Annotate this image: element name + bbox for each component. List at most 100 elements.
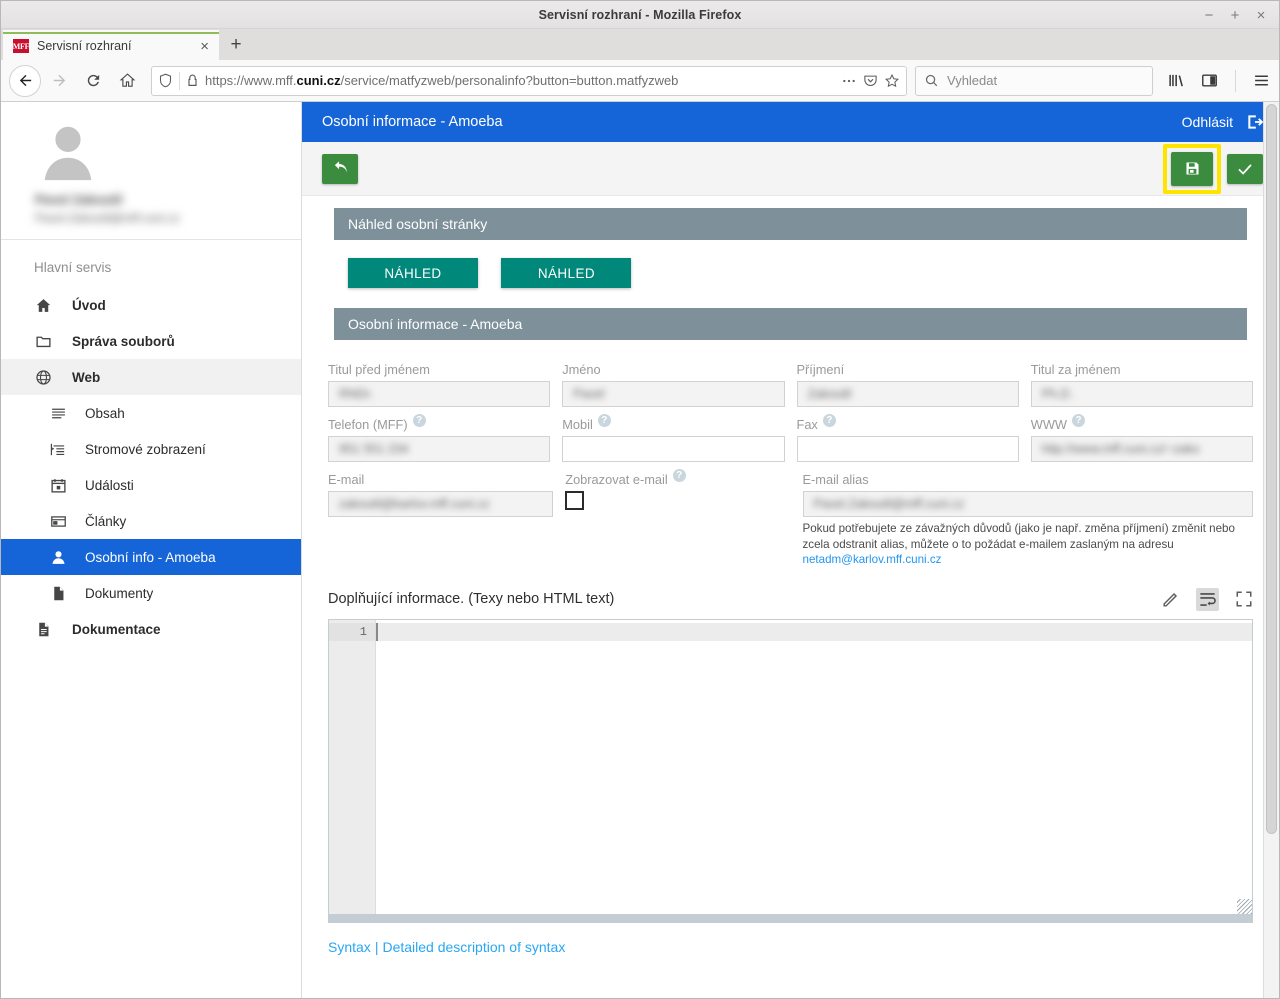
- help-icon[interactable]: ?: [412, 414, 426, 427]
- close-icon[interactable]: ×: [1255, 8, 1267, 23]
- field-value: 951 551 234: [339, 442, 409, 456]
- maximize-icon[interactable]: +: [1229, 8, 1241, 23]
- fullscreen-icon[interactable]: [1235, 590, 1253, 608]
- personal-info-form: Titul před jménem RNDr. Jméno Pavel Příj…: [302, 340, 1279, 568]
- sidebar-item-obsah[interactable]: Obsah: [1, 395, 301, 431]
- url-bar[interactable]: https://www.mff.cuni.cz/service/matfyzwe…: [151, 65, 907, 96]
- field-label: Mobil ?: [562, 414, 784, 432]
- field-email-alias: E-mail alias Pavel.Zakoutil@mff.cuni.cz …: [802, 472, 1253, 568]
- field-label-text: Telefon (MFF): [328, 417, 408, 432]
- window-titlebar: Servisní rozhraní - Mozilla Firefox − + …: [1, 1, 1279, 29]
- field-value: Pavel.Zakoutil@mff.cuni.cz: [813, 497, 965, 511]
- url-text[interactable]: https://www.mff.cuni.cz/service/matfyzwe…: [205, 73, 835, 88]
- sidebar-item-web[interactable]: Web: [1, 359, 301, 395]
- sidebar-item-udalosti[interactable]: Události: [1, 467, 301, 503]
- email-input[interactable]: zakoutil@karlov.mff.cuni.cz: [328, 491, 554, 517]
- field-label: Zobrazovat e-mail ?: [565, 469, 790, 487]
- sidebar-item-label: Osobní info - Amoeba: [85, 549, 216, 565]
- email-alias-input[interactable]: Pavel.Zakoutil@mff.cuni.cz: [802, 491, 1253, 517]
- profile-email: Pavel.Zakoutil@mff.cuni.cz: [35, 211, 180, 225]
- sidebar-item-clanky[interactable]: Články: [1, 503, 301, 539]
- hamburger-menu-icon[interactable]: [1252, 72, 1271, 89]
- alias-note-text: Pokud potřebujete ze závažných důvodů (j…: [802, 522, 1235, 551]
- page-scrollbar[interactable]: [1263, 102, 1279, 998]
- avatar-placeholder-icon: [44, 126, 92, 181]
- sidebar-item-dokumentace[interactable]: Dokumentace: [1, 611, 301, 647]
- field-value: zakoutil@karlov.mff.cuni.cz: [339, 497, 490, 511]
- preview-button-2[interactable]: NÁHLED: [501, 258, 632, 288]
- search-bar[interactable]: Vyhledat: [915, 65, 1153, 96]
- prijmeni-input[interactable]: Zakoutil: [796, 381, 1019, 407]
- wrap-icon[interactable]: [1196, 587, 1219, 611]
- shield-icon[interactable]: [158, 73, 173, 88]
- reload-button-icon[interactable]: [77, 65, 109, 97]
- sidebar-item-stromove-zobrazeni[interactable]: Stromové zobrazení: [1, 431, 301, 467]
- home-button-icon[interactable]: [111, 65, 143, 97]
- pencil-icon[interactable]: [1161, 590, 1180, 609]
- help-icon[interactable]: ?: [597, 414, 611, 427]
- help-icon[interactable]: ?: [672, 469, 686, 482]
- new-tab-button[interactable]: +: [219, 30, 253, 60]
- preview-panel-title: Náhled osobní stránky: [334, 208, 1247, 240]
- help-icon[interactable]: ?: [822, 414, 836, 427]
- browser-tab[interactable]: MFF Servisní rozhraní ×: [3, 30, 219, 60]
- mff-favicon-icon: MFF: [13, 39, 30, 53]
- page-actions-icon[interactable]: [841, 73, 857, 89]
- page-content: Náhled osobní stránky NÁHLED NÁHLED Osob…: [302, 196, 1279, 998]
- help-icon[interactable]: ?: [1072, 414, 1085, 427]
- sidebar-toggle-icon[interactable]: [1200, 72, 1219, 89]
- documentation-icon: [34, 620, 52, 638]
- titul-pred-jmenem-input[interactable]: RNDr.: [328, 381, 551, 407]
- preview-panel: Náhled osobní stránky NÁHLED NÁHLED: [334, 208, 1247, 308]
- save-button[interactable]: [1171, 151, 1213, 186]
- sidebar-item-label: Obsah: [85, 405, 125, 421]
- back-action-button[interactable]: [322, 153, 358, 184]
- lock-icon[interactable]: [186, 73, 199, 88]
- editor-title: Doplňující informace. (Texy nebo HTML te…: [328, 591, 615, 608]
- field-value: http://www.mff.cuni.cz/~zako: [1041, 442, 1200, 456]
- urlbar-divider: [179, 71, 180, 90]
- editor-textarea[interactable]: [376, 620, 1252, 914]
- minimize-icon[interactable]: −: [1203, 8, 1215, 23]
- field-telefon: Telefon (MFF) ? 951 551 234: [328, 414, 562, 462]
- sidebar-item-uvod[interactable]: Úvod: [1, 287, 301, 323]
- pocket-icon[interactable]: [863, 73, 878, 88]
- tab-close-icon[interactable]: ×: [196, 39, 213, 54]
- netadm-email-link[interactable]: netadm@karlov.mff.cuni.cz: [803, 553, 942, 566]
- sidebar-item-osobni-info-amoeba[interactable]: Osobní info - Amoeba: [1, 539, 301, 575]
- code-editor[interactable]: 1: [328, 618, 1253, 915]
- library-icon[interactable]: [1167, 72, 1186, 89]
- sidebar-item-label: Web: [72, 369, 101, 385]
- logout-button[interactable]: Odhlásit: [1182, 112, 1265, 132]
- user-profile-block: Pavel Zakoutil Pavel.Zakoutil@mff.cuni.c…: [1, 102, 301, 240]
- titul-za-jmenem-input[interactable]: Ph.D.: [1030, 381, 1253, 407]
- sidebar-item-sprava-souboru[interactable]: Správa souborů: [1, 323, 301, 359]
- sidebar-item-label: Dokumentace: [72, 621, 161, 637]
- telefon-input[interactable]: 951 551 234: [328, 436, 551, 462]
- floppy-disk-icon: [1185, 162, 1199, 175]
- sidebar-item-dokumenty[interactable]: Dokumenty: [1, 575, 301, 611]
- zobrazovat-email-checkbox[interactable]: [565, 491, 585, 510]
- jmeno-input[interactable]: Pavel: [562, 381, 785, 407]
- field-value: Pavel: [573, 387, 605, 401]
- list-icon: [49, 404, 67, 422]
- field-prijmeni: Příjmení Zakoutil: [796, 362, 1031, 407]
- www-input[interactable]: http://www.mff.cuni.cz/~zako: [1030, 436, 1253, 462]
- back-button-icon[interactable]: [9, 64, 41, 97]
- confirm-button[interactable]: [1227, 153, 1263, 184]
- bookmark-star-icon[interactable]: [884, 73, 900, 89]
- field-mobil: Mobil ?: [562, 414, 796, 462]
- url-domain: cuni.cz: [296, 73, 341, 88]
- mobil-input[interactable]: [562, 436, 785, 462]
- field-label-text: Mobil: [562, 417, 593, 432]
- detailed-syntax-link[interactable]: Detailed description of syntax: [382, 939, 565, 955]
- fax-input[interactable]: [796, 436, 1019, 462]
- editor-resize-handle[interactable]: [1237, 898, 1252, 914]
- preview-button-1[interactable]: NÁHLED: [348, 258, 478, 288]
- field-label: E-mail alias: [802, 472, 869, 487]
- scrollbar-thumb[interactable]: [1266, 104, 1277, 834]
- field-email: E-mail zakoutil@karlov.mff.cuni.cz: [328, 472, 565, 568]
- syntax-link[interactable]: Syntax: [328, 939, 371, 955]
- forward-button-icon[interactable]: [43, 65, 75, 97]
- folder-icon: [34, 332, 52, 350]
